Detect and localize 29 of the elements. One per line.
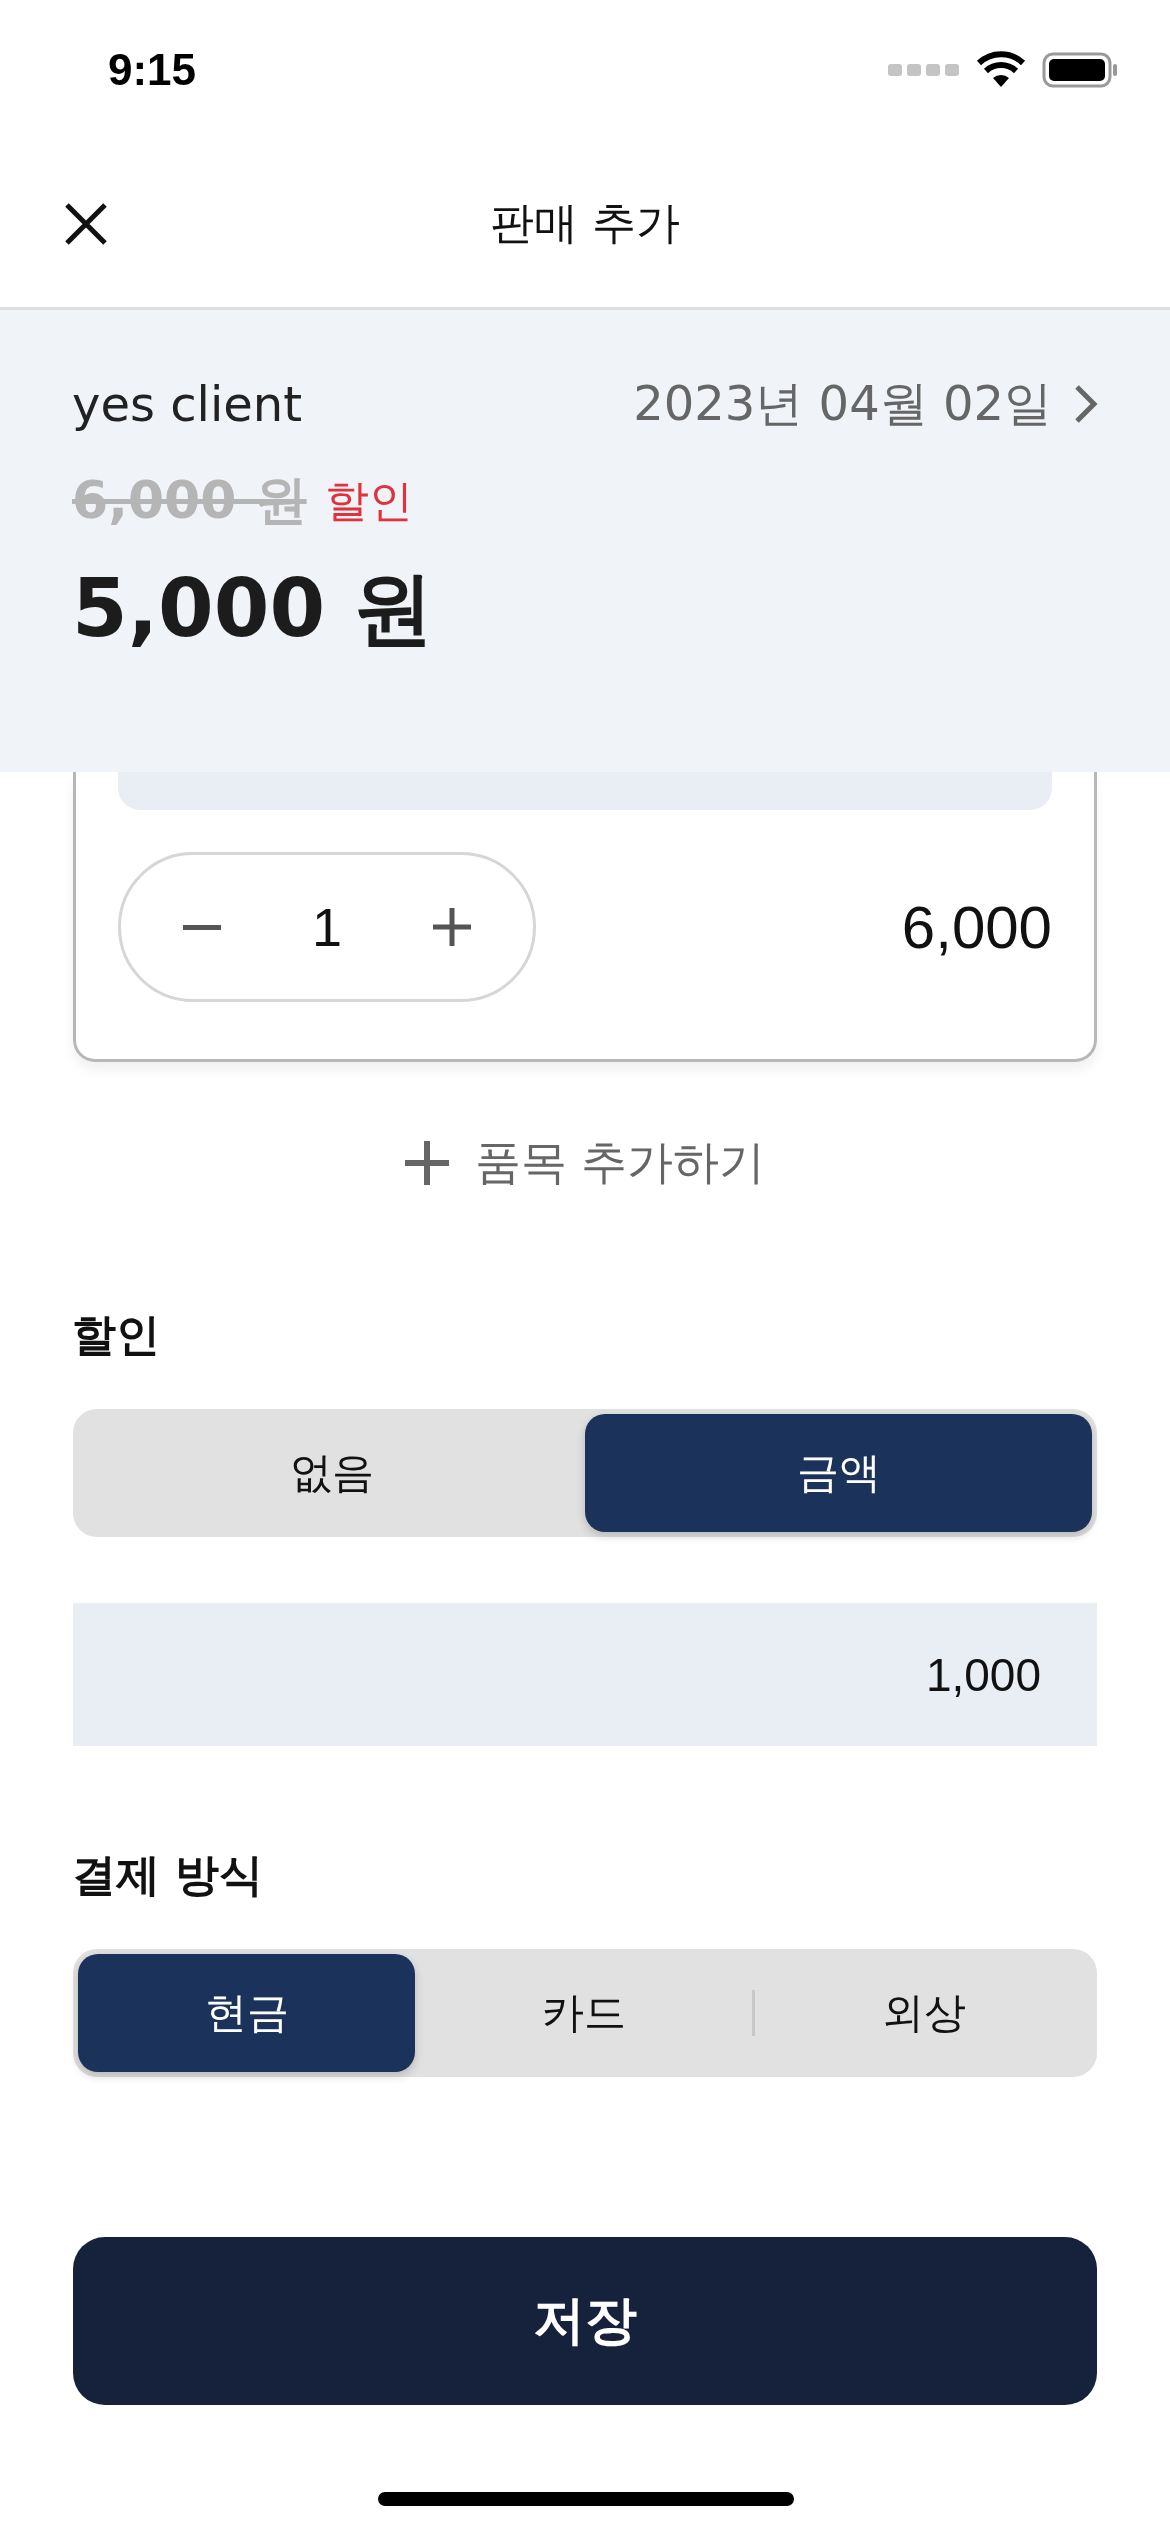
add-item-button[interactable]: 품목 추가하기 bbox=[404, 1132, 766, 1194]
section-label: 결제 방식 bbox=[72, 1848, 265, 1902]
segment-option[interactable]: 외상 bbox=[755, 1954, 1092, 2072]
increment-button[interactable] bbox=[433, 908, 471, 946]
discount-tag: 할인 bbox=[324, 471, 413, 531]
battery-icon bbox=[1042, 52, 1118, 88]
status-time: 9:15 bbox=[108, 45, 197, 95]
client-name: yes client bbox=[72, 376, 303, 432]
chevron-icon bbox=[1074, 384, 1098, 424]
quantity-value: 1 bbox=[311, 896, 342, 958]
decrement-button[interactable] bbox=[183, 924, 221, 930]
date-button[interactable]: 2023년 04월 02일 bbox=[633, 372, 1098, 436]
screen-title: 판매 추가 bbox=[490, 196, 680, 250]
item-price: 6,000 bbox=[901, 892, 1052, 962]
segment-option[interactable]: 금액 bbox=[585, 1414, 1092, 1532]
minus-icon bbox=[183, 924, 221, 930]
save-button[interactable]: 저장 bbox=[73, 2237, 1097, 2405]
signal-icon bbox=[888, 63, 960, 77]
original-price: 6,000 원 bbox=[72, 469, 307, 532]
total-price: 5,000 원 bbox=[72, 561, 434, 657]
amount-field[interactable]: 1,000 bbox=[73, 1603, 1097, 1746]
segment-option[interactable]: 없음 bbox=[78, 1414, 585, 1532]
plus-icon bbox=[404, 1141, 449, 1185]
plus-icon bbox=[433, 908, 471, 946]
wifi-icon bbox=[976, 51, 1026, 89]
section-label: 할인 bbox=[72, 1308, 161, 1362]
segment-option[interactable]: 현금 bbox=[78, 1954, 415, 2072]
segment-option[interactable]: 카드 bbox=[415, 1954, 752, 2072]
close-icon bbox=[64, 201, 108, 246]
